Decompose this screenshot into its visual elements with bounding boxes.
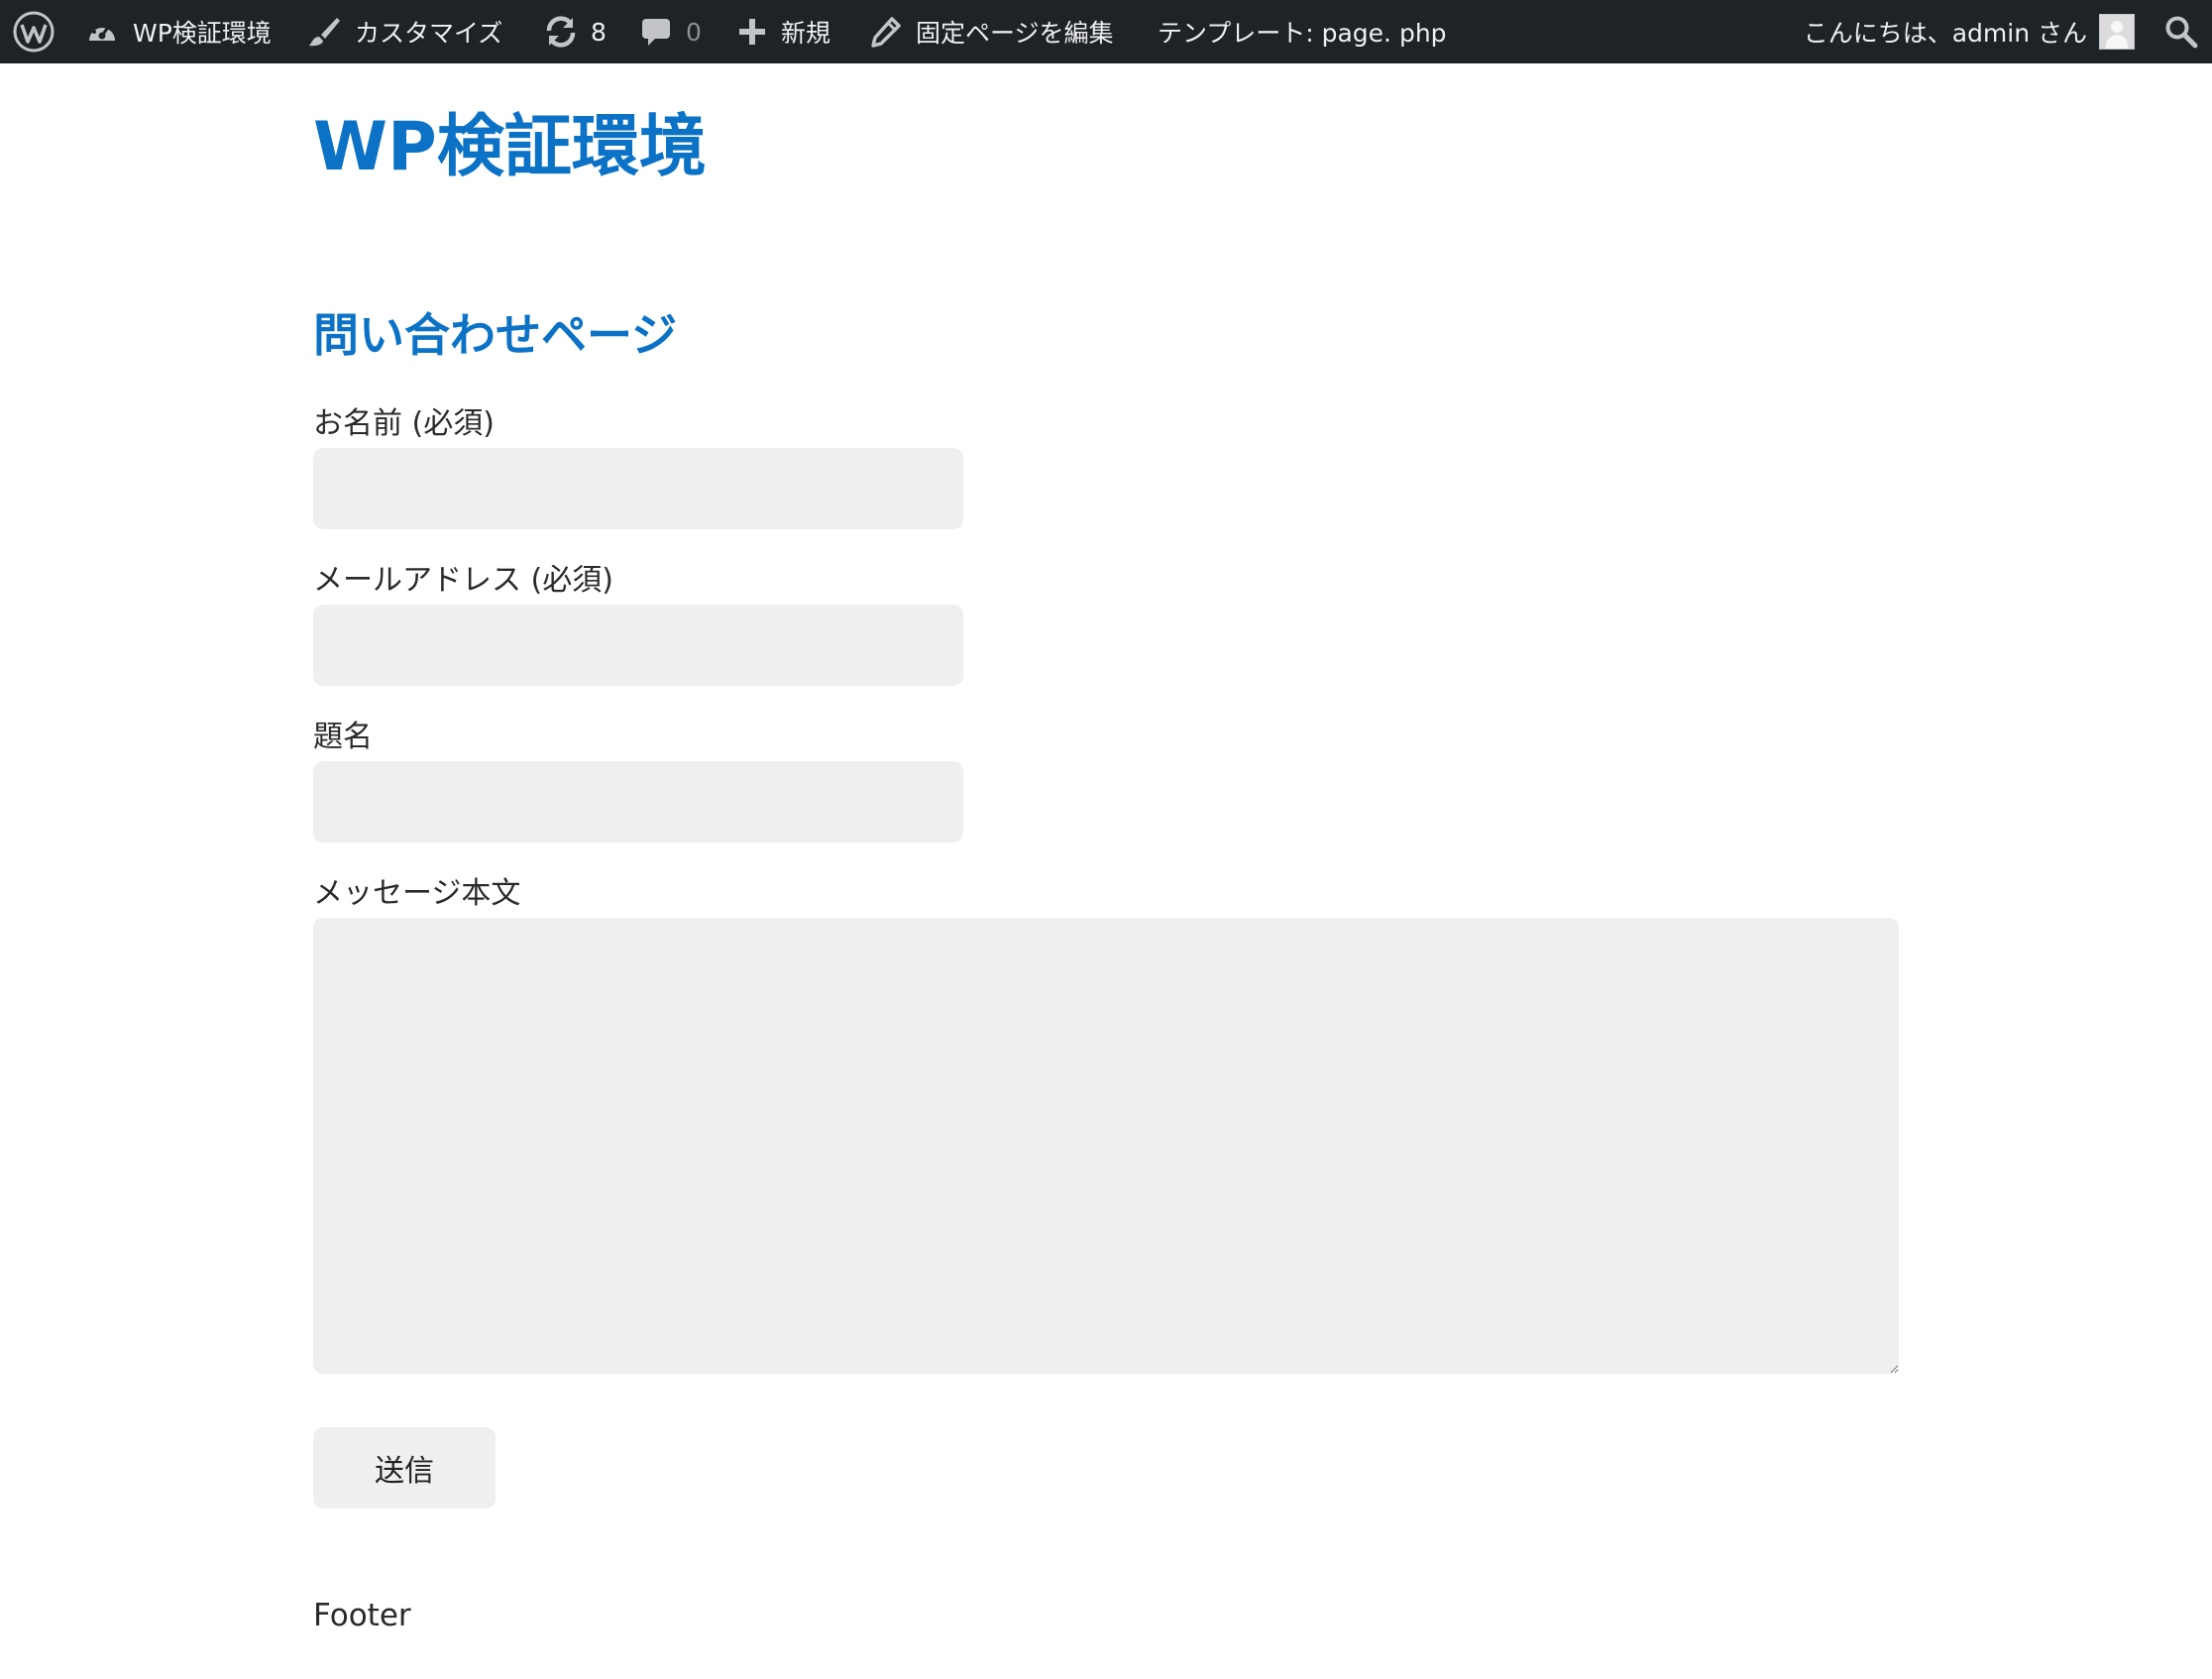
email-label: メールアドレス (必須) <box>313 563 613 598</box>
admin-bar-customize-label: カスタマイズ <box>355 19 503 48</box>
plus-icon <box>737 17 767 47</box>
admin-bar-site-name: WP検証環境 <box>133 19 272 48</box>
admin-bar-my-account[interactable]: こんにちは、admin さん <box>1804 0 2135 63</box>
message-textarea[interactable] <box>313 918 1899 1374</box>
name-label: お名前 (必須) <box>313 406 495 441</box>
site-title[interactable]: WP検証環境 <box>313 110 707 185</box>
admin-bar-template-label: テンプレート: page. php <box>1158 19 1447 48</box>
paintbrush-icon <box>307 15 341 49</box>
updates-count: 8 <box>591 17 607 47</box>
admin-bar-comments[interactable]: 0 <box>640 0 702 63</box>
comment-bubble-icon <box>640 16 672 48</box>
admin-bar-search[interactable] <box>2164 0 2198 63</box>
email-input[interactable] <box>313 605 963 686</box>
submit-button[interactable]: 送信 <box>313 1427 496 1509</box>
pencil-icon <box>870 16 902 48</box>
admin-bar-new[interactable]: 新規 <box>737 0 830 63</box>
wordpress-logo-icon[interactable] <box>12 0 55 63</box>
admin-bar-template[interactable]: テンプレート: page. php <box>1158 0 1447 63</box>
comments-count: 0 <box>686 17 702 47</box>
admin-bar-updates[interactable]: 8 <box>543 0 607 63</box>
dashboard-icon <box>85 15 119 49</box>
admin-bar-site-menu[interactable]: WP検証環境 <box>85 0 272 63</box>
footer-text: Footer <box>313 1598 411 1633</box>
admin-bar: WP検証環境 カスタマイズ 8 0 新規 固定ページを編集 テンプレート: pa… <box>0 0 2212 63</box>
admin-bar-new-label: 新規 <box>781 19 831 48</box>
admin-bar-edit-page[interactable]: 固定ページを編集 <box>870 0 1114 63</box>
admin-bar-customize[interactable]: カスタマイズ <box>307 0 502 63</box>
search-icon <box>2164 15 2198 49</box>
avatar <box>2099 14 2135 50</box>
message-label: メッセージ本文 <box>313 876 521 911</box>
admin-bar-edit-label: 固定ページを編集 <box>916 19 1114 48</box>
subject-label: 題名 <box>313 720 373 754</box>
admin-bar-greeting: こんにちは、admin さん <box>1803 19 2087 48</box>
subject-input[interactable] <box>313 761 963 842</box>
page-title: 問い合わせページ <box>313 308 678 362</box>
updates-icon <box>543 14 579 50</box>
name-input[interactable] <box>313 448 963 529</box>
